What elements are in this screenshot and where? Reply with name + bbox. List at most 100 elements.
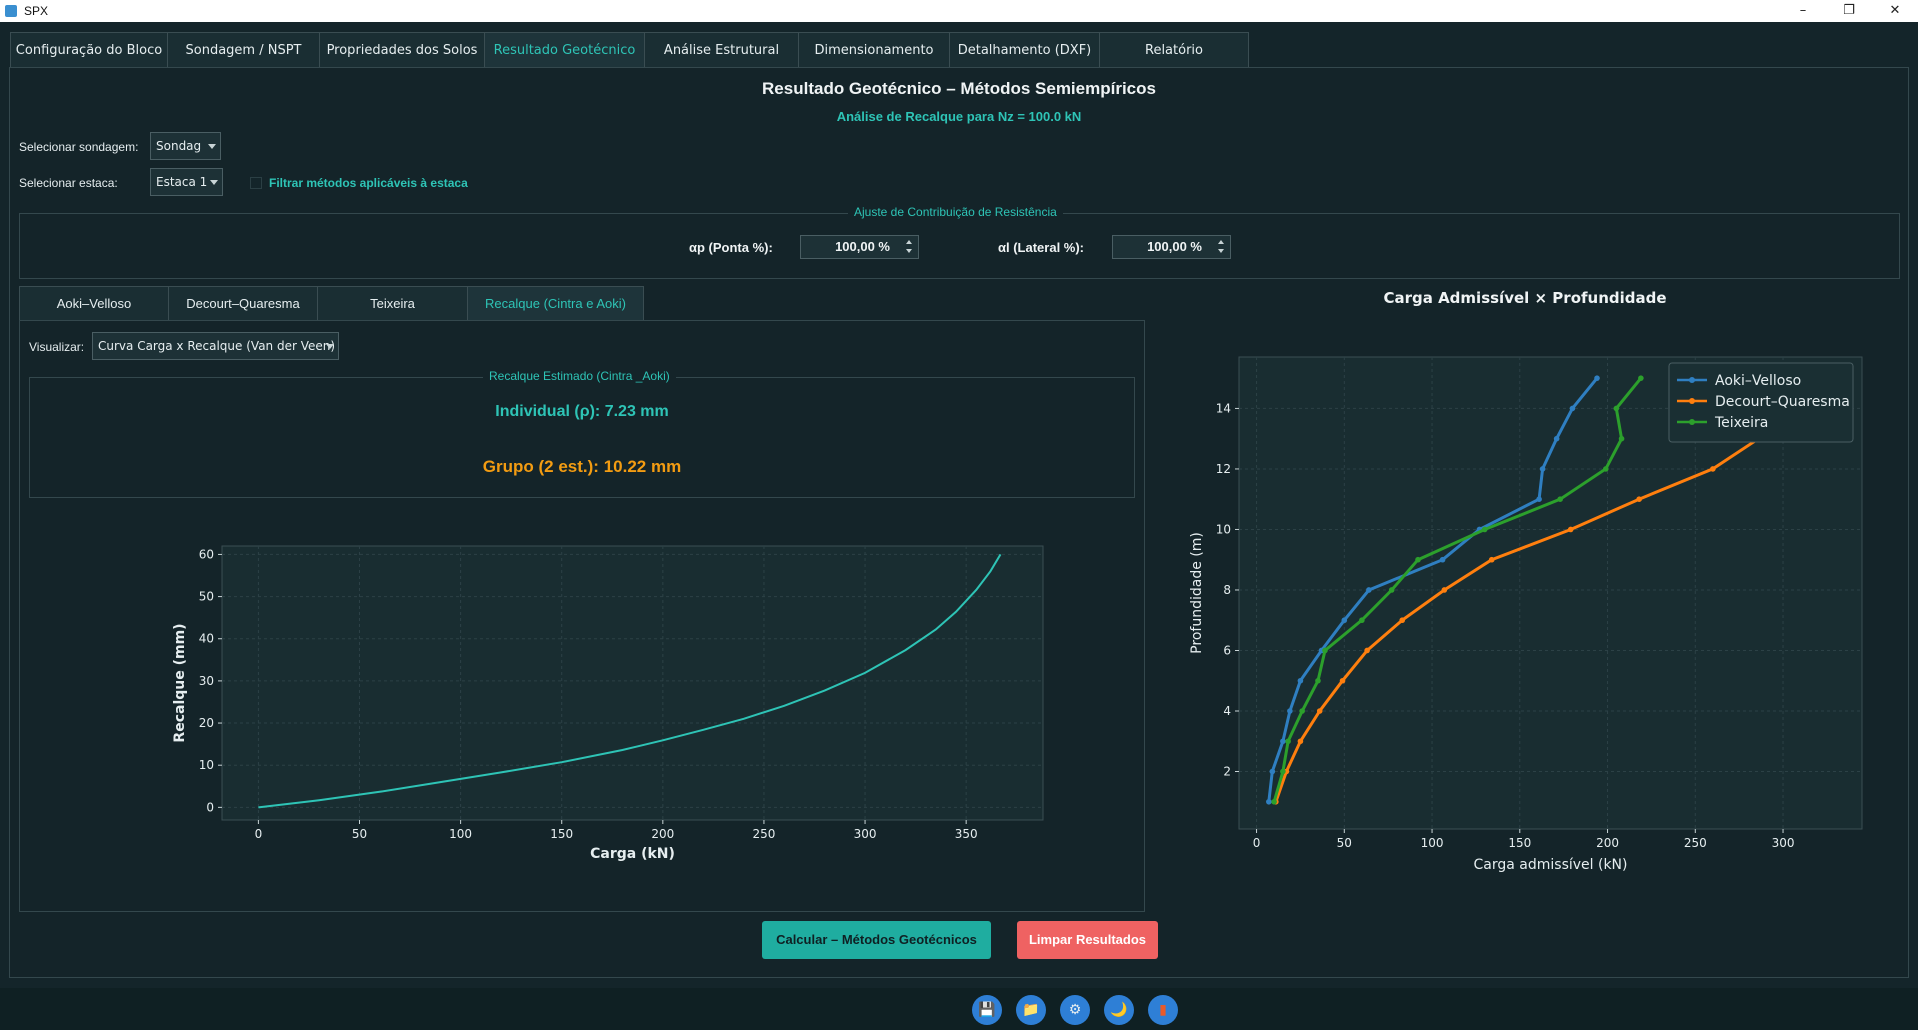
x-axis-label: Carga admissível (kN): [1474, 857, 1628, 873]
x-tick-label: 200: [1596, 836, 1619, 850]
visualizar-select-value: Curva Carga x Recalque (Van der Veen): [98, 339, 336, 353]
estaca-select-value: Estaca 1: [156, 175, 208, 189]
data-point-aoki-velloso: [1594, 375, 1600, 381]
estaca-select[interactable]: Estaca 1: [150, 168, 223, 196]
data-point-aoki-velloso: [1539, 466, 1546, 472]
chevron-down-icon: [326, 344, 334, 349]
spin-up-icon[interactable]: [1218, 240, 1224, 244]
recalque-estimado-title: Recalque Estimado (Cintra _Aoki): [483, 369, 676, 383]
x-tick-label: 0: [1253, 836, 1261, 850]
visualizar-select[interactable]: Curva Carga x Recalque (Van der Veen): [92, 332, 339, 360]
x-axis-label: Carga (kN): [590, 846, 675, 862]
minimize-button[interactable]: –: [1780, 0, 1826, 22]
plot-area: [221, 545, 1044, 821]
moon-icon[interactable]: 🌙: [1104, 995, 1134, 1025]
tab-resultado-geotecnico[interactable]: Resultado Geotécnico: [484, 32, 645, 68]
data-point-decourt-quaresma: [1339, 677, 1346, 684]
visualizar-label: Visualizar:: [29, 340, 85, 354]
tab-dimensionamento[interactable]: Dimensionamento: [798, 32, 950, 68]
tab-recalque[interactable]: Recalque (Cintra e Aoki): [467, 286, 644, 320]
y-tick-label: 20: [199, 716, 214, 730]
al-spinbox[interactable]: 100,00 %: [1112, 235, 1231, 259]
estaca-label: Selecionar estaca:: [19, 176, 118, 190]
data-point-aoki-velloso: [1536, 496, 1542, 503]
folder-icon[interactable]: 📁: [1016, 995, 1046, 1025]
spin-up-icon[interactable]: [906, 240, 912, 244]
y-tick-label: 60: [199, 547, 214, 561]
tab-decourt-quaresma[interactable]: Decourt–Quaresma: [168, 286, 318, 320]
recalque-estimado-group: [29, 377, 1135, 498]
tab-aoki-velloso[interactable]: Aoki–Velloso: [19, 286, 169, 320]
x-tick-label: 300: [1772, 836, 1795, 850]
spin-down-icon[interactable]: [906, 249, 912, 253]
resistance-group-title: Ajuste de Contribuição de Resistência: [848, 205, 1063, 219]
carga-profundidade-chart: 0 50 100 150 200 250 300 2 4 6 8 10 12 14 Carga admiss…: [1189, 289, 1863, 873]
y-axis-label: Profundidade (m): [1189, 532, 1205, 654]
calcular-button[interactable]: Calcular – Métodos Geotécnicos: [762, 921, 991, 959]
al-value: 100,00 %: [1147, 239, 1202, 254]
data-point-teixeira: [1481, 526, 1488, 533]
filter-checkbox[interactable]: [250, 177, 262, 189]
save-icon[interactable]: 💾: [972, 995, 1002, 1025]
carga-recalque-chart: 0 50 100 150 200 250 300 350 0 10 20 30 40 50 60 Carga …: [172, 545, 1044, 862]
y-tick-label: 8: [1223, 583, 1231, 597]
sondagem-select[interactable]: Sondag: [150, 132, 221, 160]
y-tick-label: 40: [199, 632, 214, 646]
limpar-button[interactable]: Limpar Resultados: [1017, 921, 1158, 959]
page-subtitle: Análise de Recalque para Nz = 100.0 kN: [836, 109, 1082, 124]
y-tick-label: 30: [199, 674, 214, 688]
data-point-aoki-velloso: [1569, 405, 1576, 412]
chevron-down-icon: [210, 180, 218, 185]
maximize-button[interactable]: ❐: [1826, 0, 1872, 22]
window-title: SPX: [24, 4, 49, 18]
data-point-decourt-quaresma: [1710, 466, 1716, 472]
data-point-teixeira: [1271, 798, 1277, 805]
y-tick-label: 10: [199, 758, 214, 772]
tab-configuracao-bloco[interactable]: Configuração do Bloco: [10, 32, 168, 68]
x-tick-label: 50: [1337, 836, 1352, 850]
data-point-teixeira: [1557, 496, 1563, 503]
y-tick-label: 0: [206, 800, 214, 814]
x-tick-label: 200: [651, 827, 674, 841]
y-tick-label: 2: [1223, 765, 1231, 779]
x-tick-label: 50: [352, 827, 367, 841]
ap-spinbox[interactable]: 100,00 %: [800, 235, 919, 259]
chevron-down-icon: [208, 144, 216, 149]
exit-icon[interactable]: ▮: [1148, 995, 1178, 1025]
tab-sondagem-nspt[interactable]: Sondagem / NSPT: [167, 32, 320, 68]
data-point-teixeira: [1613, 405, 1620, 412]
close-button[interactable]: ✕: [1872, 0, 1918, 22]
data-point-aoki-velloso: [1341, 617, 1348, 624]
data-point-teixeira: [1322, 647, 1328, 654]
tab-analise-estrutural[interactable]: Análise Estrutural: [644, 32, 799, 68]
data-point-aoki-velloso: [1280, 738, 1286, 745]
al-label: αl (Lateral %):: [998, 240, 1085, 255]
data-point-aoki-velloso: [1297, 677, 1304, 684]
page-title: Resultado Geotécnico – Métodos Semiempír…: [762, 79, 1156, 98]
data-point-aoki-velloso: [1553, 435, 1560, 442]
bottom-toolbar: [0, 988, 1918, 1030]
spin-down-icon[interactable]: [1218, 249, 1224, 253]
data-point-decourt-quaresma: [1488, 556, 1495, 563]
legend-label: Decourt–Quaresma: [1715, 394, 1850, 410]
data-point-aoki-velloso: [1439, 556, 1446, 563]
tab-teixeira[interactable]: Teixeira: [317, 286, 468, 320]
x-tick-label: 250: [1684, 836, 1707, 850]
x-tick-label: 0: [255, 827, 263, 841]
recalque-individual: Individual (ρ): 7.23 mm: [495, 403, 669, 420]
data-point-teixeira: [1280, 768, 1286, 775]
data-point-decourt-quaresma: [1297, 738, 1304, 745]
settings-icon[interactable]: ⚙: [1060, 995, 1090, 1025]
x-tick-label: 100: [449, 827, 472, 841]
tab-propriedades-solos[interactable]: Propriedades dos Solos: [319, 32, 485, 68]
legend-marker: [1689, 377, 1695, 383]
y-axis-label: Recalque (mm): [172, 623, 188, 742]
data-point-decourt-quaresma: [1636, 496, 1642, 503]
filter-label[interactable]: Filtrar métodos aplicáveis à estaca: [269, 176, 468, 190]
x-tick-label: 300: [854, 827, 877, 841]
tab-relatorio[interactable]: Relatório: [1099, 32, 1249, 68]
data-point-teixeira: [1415, 556, 1421, 563]
data-point-teixeira: [1638, 375, 1644, 381]
data-point-teixeira: [1618, 435, 1625, 442]
tab-detalhamento-dxf[interactable]: Detalhamento (DXF): [949, 32, 1100, 68]
